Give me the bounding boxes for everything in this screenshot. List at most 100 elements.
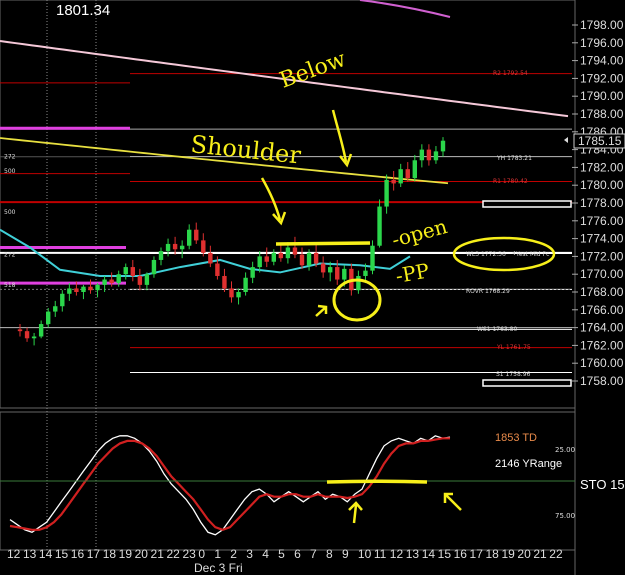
candle-body [151, 259, 157, 275]
candle-body [53, 306, 58, 312]
candle-body [440, 140, 446, 152]
candle-body [320, 263, 326, 273]
candle-body [328, 267, 333, 273]
x-tick-label: 13 [406, 547, 420, 561]
pivot-tag: 500 [4, 209, 16, 216]
candle-body [38, 324, 44, 337]
candle-body [187, 229, 192, 246]
x-tick-label: 8 [326, 547, 333, 561]
x-tick-label: 4 [262, 547, 269, 561]
x-tick-label: 9 [342, 547, 349, 561]
td-label: 1853 TD [495, 432, 537, 444]
pivot-tag: 500 [4, 168, 16, 175]
candle-body [250, 267, 255, 278]
yest-mid-label: Yest Mid Pc [515, 251, 549, 258]
x-tick-label: 17 [87, 547, 101, 561]
pivot-tag: 272 [4, 252, 16, 259]
level-label-s1: S1 1758.96 [496, 371, 531, 378]
x-tick-label: 16 [71, 547, 85, 561]
candle-body [172, 243, 178, 250]
y-tick-label: 1764.00 [580, 321, 624, 335]
candle-body [24, 331, 30, 339]
candle-body [215, 263, 220, 276]
candle-body [95, 284, 100, 291]
y-tick-label: 1778.00 [580, 196, 624, 210]
candle-body [391, 179, 396, 184]
chart-stage: 500 272 518 272 500 1798.00 1796.00 1794.00 179… [0, 0, 625, 575]
candle-body [144, 274, 150, 285]
candle-body [335, 267, 340, 280]
x-tick-label: 1 [214, 547, 221, 561]
y-tick-label: 1788.00 [580, 107, 624, 121]
candle-body [271, 252, 276, 262]
x-tick-label: 2 [230, 547, 237, 561]
candle-body [398, 169, 403, 184]
level-label-wl3: WL3 1772.36 [466, 251, 506, 258]
candle-body [208, 252, 213, 264]
candle-body [243, 277, 248, 292]
candle-body [433, 151, 439, 161]
x-tick-label: 12 [7, 547, 21, 561]
x-tick-label: 6 [294, 547, 301, 561]
osc-line-mark [326, 479, 428, 484]
x-tick-label: 3 [246, 547, 253, 561]
y-tick-label: 1792.00 [580, 71, 624, 85]
y-tick-label: 1798.00 [580, 18, 624, 32]
y-tick-label: 1760.00 [580, 356, 624, 370]
trading-chart: 500272518272500 1798.001796.001794.00179… [0, 0, 625, 575]
candle-body [370, 245, 375, 271]
x-tick-label: 11 [374, 547, 387, 561]
y-tick-label: 1766.00 [580, 303, 624, 317]
candle-body [88, 286, 93, 291]
candle-body [116, 274, 121, 284]
level-label-ws1: WS1 1763.80 [477, 326, 517, 333]
pivot-tag: 272 [4, 154, 16, 161]
shoulder-line [275, 241, 371, 246]
candle-body [137, 275, 143, 285]
y-tick-label: 1758.00 [580, 374, 624, 388]
y-tick-label: 1774.00 [580, 232, 624, 246]
candle-body [130, 267, 135, 276]
candle-body [342, 268, 347, 280]
candle-body [31, 336, 37, 339]
candle-body [412, 160, 417, 179]
y-tick-label: 1782.00 [580, 160, 624, 174]
candle-body [165, 243, 171, 252]
level-label-yh: YH 1783.21 [496, 155, 532, 162]
x-tick-label: 21 [151, 547, 165, 561]
osc-tick-25: 25.00 [555, 446, 575, 454]
current-price-label: 1785.15 [578, 134, 622, 148]
candle-body [109, 279, 114, 284]
candle-body [60, 293, 65, 307]
candle-body [81, 286, 86, 292]
level-label-yl: YL 1761.75 [496, 344, 531, 351]
last-price-label: 1801.34 [56, 2, 110, 19]
candle-body [356, 275, 361, 291]
candle-body [292, 247, 298, 255]
candle-body [419, 149, 425, 161]
sto-label: STO 15, [580, 477, 625, 492]
candle-body [222, 275, 227, 289]
date-label: Dec 3 Fri [194, 561, 243, 575]
candle-body [278, 252, 284, 259]
y-tick-label: 1770.00 [580, 267, 624, 281]
y-tick-label: 1796.00 [580, 36, 624, 50]
x-tick-label: 16 [454, 547, 468, 561]
marker-box [482, 379, 572, 387]
x-tick-label: 5 [278, 547, 285, 561]
candle-body [158, 251, 164, 260]
y-tick-label: 1768.00 [580, 285, 624, 299]
y-tick-label: 1780.00 [580, 178, 624, 192]
candle-body [46, 311, 51, 325]
x-tick-label: 17 [470, 547, 484, 561]
marker-box [482, 200, 572, 208]
x-tick-label: 14 [39, 547, 53, 561]
candle-body [201, 240, 206, 253]
candle-body [179, 245, 185, 250]
x-tick-label: 22 [167, 547, 181, 561]
candle-body [426, 149, 432, 161]
x-tick-label: 15 [438, 547, 452, 561]
x-tick-label: 10 [358, 547, 372, 561]
candle-body [285, 247, 291, 259]
x-tick-label: 14 [422, 547, 436, 561]
